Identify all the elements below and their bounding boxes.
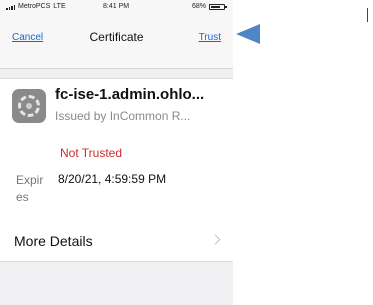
battery-icon [209,3,227,10]
trust-button[interactable]: Trust [199,32,221,43]
battery-percent: 68% [191,3,206,10]
annotation-arrow-icon [236,24,260,44]
navigation-bar: Cancel Certificate Trust [0,16,233,69]
carrier-info: MetroPCS LTE [6,3,66,10]
expires-label: Expires [16,173,44,204]
more-details-label: More Details [14,233,93,249]
status-right: 68% [191,3,227,10]
status-bar: MetroPCS LTE 8:41 PM 68% [0,0,233,16]
expires-value: 8/20/21, 4:59:59 PM [58,172,167,186]
network-type: LTE [53,3,66,10]
signal-strength-icon [6,4,15,10]
certificate-name: fc-ise-1.admin.ohlo... [55,86,205,103]
chevron-right-icon [210,234,221,245]
phone-screen: MetroPCS LTE 8:41 PM 68% Cancel Certific… [0,0,233,305]
more-details-row[interactable]: More Details [0,222,233,262]
certificate-card: fc-ise-1.admin.ohlo... Issued by InCommo… [0,78,233,224]
status-time: 8:41 PM [103,3,130,10]
cancel-button[interactable]: Cancel [12,32,43,43]
trust-status: Not Trusted [60,146,123,160]
certificate-issuer: Issued by InCommon R... [55,109,191,123]
text-cursor-icon [367,8,368,22]
settings-gear-icon [12,89,46,123]
carrier-name: MetroPCS [18,3,51,10]
